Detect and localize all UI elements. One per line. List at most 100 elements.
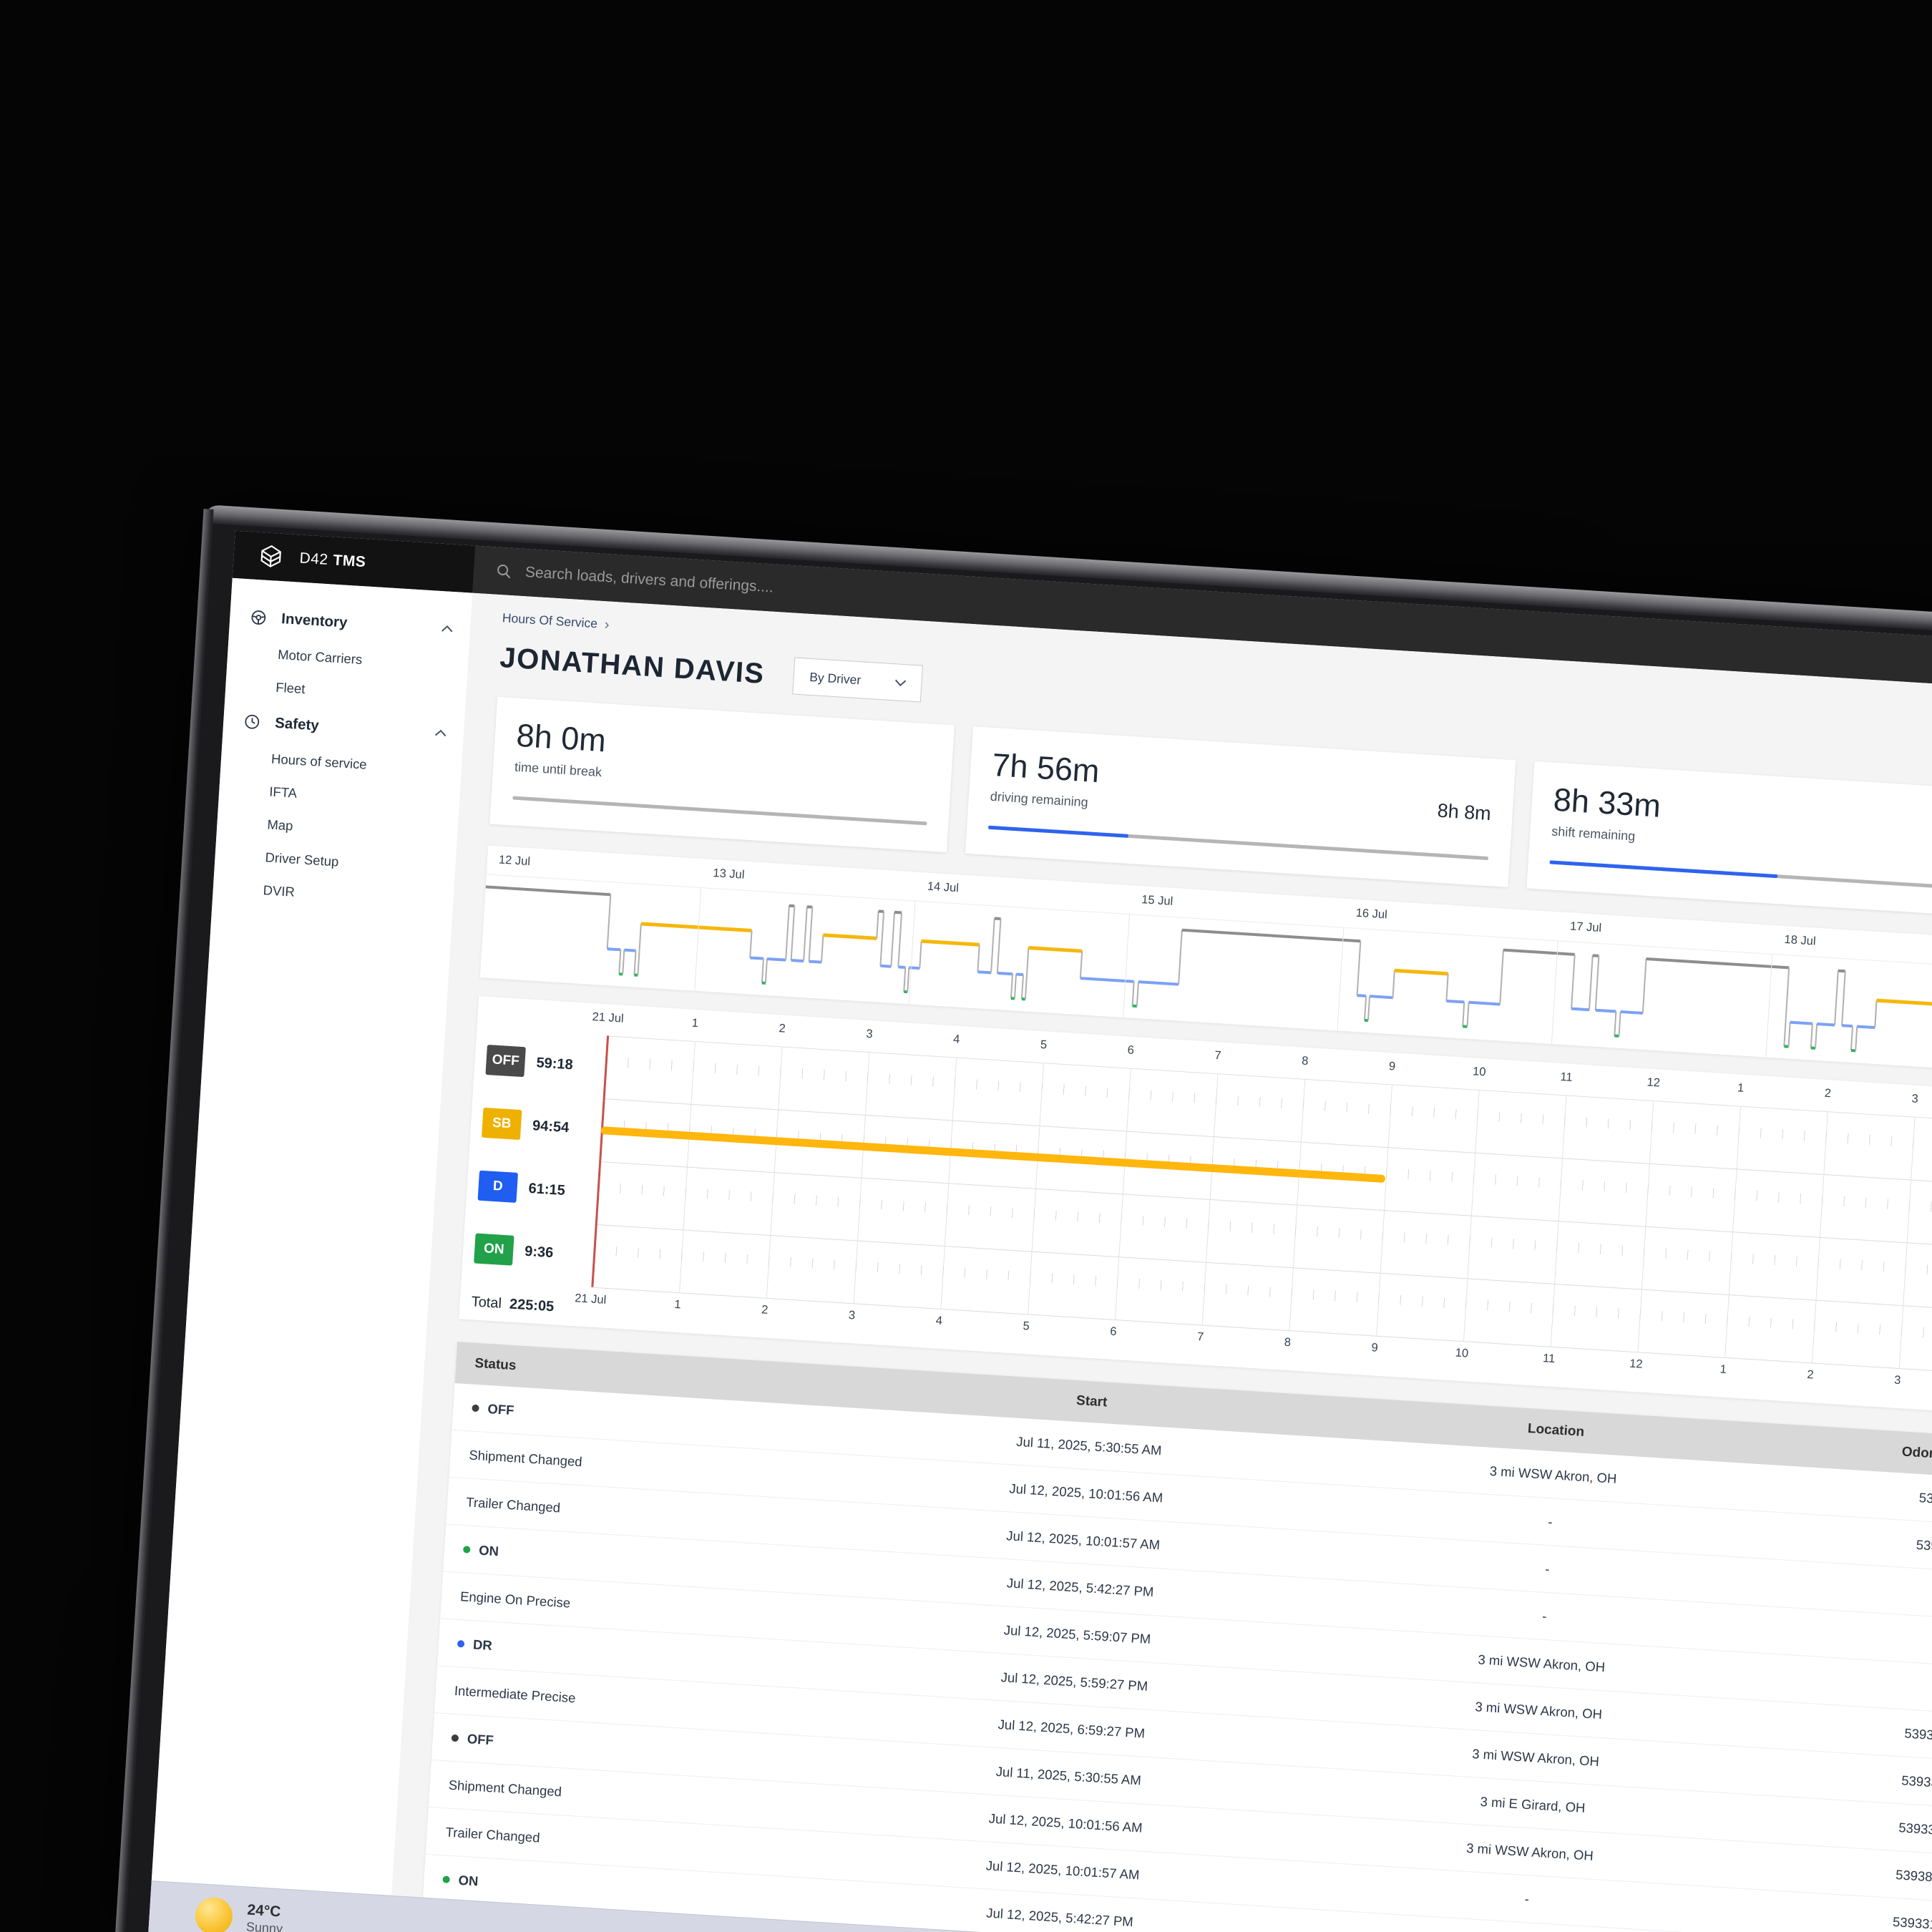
hour-label: 7 (1196, 1330, 1204, 1345)
desktop-background: D42TMS Search loads, drivers and offerin… (0, 0, 1932, 1932)
status-dot-icon (442, 1875, 450, 1883)
sidebar-section-label: Safety (275, 715, 434, 742)
cell-odometer: 539331 (1781, 1481, 1932, 1509)
progress-track (1549, 860, 1932, 889)
status-total: 9:36 (525, 1243, 554, 1261)
hour-label: 4 (953, 1033, 960, 1047)
hour-label: 6 (1110, 1325, 1117, 1340)
column-header-odometer[interactable]: Odometer (1784, 1437, 1932, 1465)
cell-status: OFF (467, 1731, 494, 1748)
hour-label: 9 (1388, 1060, 1395, 1074)
hos-events-table: Status Start Location Odometer OFFJul 11… (414, 1342, 1932, 1932)
sidebar-nav: InventoryMotor CarriersFleetSafetyHours … (212, 597, 471, 919)
hour-label: 1 (691, 1017, 698, 1031)
hour-label: 21 Jul (575, 1292, 607, 1307)
status-total: 94:54 (532, 1118, 569, 1136)
hour-label: 3 (866, 1028, 873, 1042)
cell-odometer: 539389 (1758, 1858, 1932, 1886)
hour-label: 2 (1824, 1087, 1831, 1101)
cell-odometer: 539331 (1764, 1764, 1932, 1792)
metric-card-driving: 7h 56m driving remaining 8h 8m (965, 726, 1516, 887)
status-total: 59:18 (536, 1055, 573, 1073)
cell-odometer: 539331 (1778, 1528, 1932, 1556)
day-label: 16 Jul (1355, 907, 1387, 922)
taskbar-condition: Sunny (245, 1918, 283, 1932)
cell-status: OFF (487, 1400, 514, 1418)
main-content: Hours Of Service › JONATHAN DAVIS By Dri… (388, 592, 1932, 1932)
hour-label: 9 (1371, 1341, 1378, 1355)
view-selector-label: By Driver (809, 669, 862, 687)
hour-label: 21 Jul (592, 1010, 624, 1026)
metric-card-break: 8h 0m time until break (489, 697, 955, 852)
cell-status: Intermediate Precise (454, 1682, 576, 1705)
cell-status: Trailer Changed (445, 1824, 540, 1845)
sidebar-section-label: Inventory (281, 610, 441, 638)
hour-label: 11 (1543, 1352, 1556, 1366)
cell-status: DR (472, 1636, 492, 1654)
status-badge: D (478, 1171, 518, 1203)
metric-card-shift: 8h 33m shift remaining (1526, 761, 1932, 916)
hour-label: 10 (1455, 1347, 1469, 1361)
search-icon (494, 562, 512, 580)
search-placeholder: Search loads, drivers and offerings.... (525, 564, 774, 596)
day-label: 17 Jul (1570, 919, 1602, 935)
hour-label: 2 (1807, 1368, 1814, 1382)
status-dot-icon (457, 1639, 465, 1647)
chevron-right-icon: › (605, 620, 610, 630)
cell-odometer: - (1775, 1575, 1932, 1603)
cell-status: Trailer Changed (466, 1494, 561, 1516)
hour-label: 1 (1719, 1363, 1727, 1377)
status-dot-icon (463, 1546, 471, 1553)
status-legend-row: SB94:54 (482, 1108, 570, 1143)
status-total: 61:15 (528, 1180, 565, 1199)
cell-status: ON (479, 1542, 499, 1559)
progress-fill (1549, 860, 1777, 878)
hour-label: 5 (1023, 1319, 1030, 1334)
cell-odometer: - (1770, 1669, 1932, 1697)
day-label: 15 Jul (1141, 893, 1174, 909)
brand-title: D42TMS (299, 550, 366, 571)
chevron-up-icon (439, 624, 454, 635)
daily-grid (591, 1035, 1932, 1417)
status-legend-row: OFF 59:18 (485, 1045, 574, 1080)
hour-label: 12 (1629, 1357, 1644, 1372)
cell-odometer: 539331 (1755, 1906, 1932, 1932)
daily-total: Total 225:05 (471, 1294, 555, 1315)
hour-label: 8 (1284, 1336, 1291, 1350)
laptop-screen: D42TMS Search loads, drivers and offerin… (147, 531, 1932, 1932)
day-label: 13 Jul (713, 867, 745, 882)
chevron-up-icon (433, 728, 448, 738)
hour-label: 2 (779, 1022, 786, 1036)
history-clock-icon (243, 713, 261, 731)
breadcrumb-link[interactable]: Hours Of Service (502, 610, 597, 631)
status-dot-icon (472, 1404, 479, 1412)
hour-label: 1 (674, 1298, 681, 1312)
status-badge: OFF (485, 1045, 525, 1077)
cell-odometer: 539331 (1767, 1717, 1932, 1745)
hour-label: 3 (1894, 1374, 1901, 1388)
weather-widget[interactable]: 24°C Sunny (245, 1901, 284, 1932)
cell-odometer: 539331 (1761, 1811, 1932, 1839)
cell-status: Shipment Changed (469, 1447, 582, 1470)
steering-wheel-icon (250, 608, 268, 626)
progress-track (512, 796, 927, 826)
cell-odometer: - (1772, 1622, 1932, 1650)
status-legend-row: D 61:15 (478, 1171, 567, 1206)
hour-label: 11 (1560, 1070, 1573, 1085)
progress-fill (988, 826, 1128, 838)
status-dot-icon (452, 1734, 459, 1742)
table-body: OFFJul 11, 2025, 5:30:55 AM3 mi WSW Akro… (414, 1383, 1932, 1932)
hour-label: 7 (1214, 1049, 1221, 1063)
hour-label: 12 (1646, 1075, 1661, 1090)
cell-status: Shipment Changed (448, 1777, 562, 1800)
hour-label: 10 (1473, 1065, 1487, 1079)
metric-secondary-value: 8h 8m (1437, 800, 1492, 826)
view-selector-dropdown[interactable]: By Driver (792, 657, 923, 702)
hour-label: 2 (761, 1303, 769, 1317)
hour-label: 3 (848, 1309, 855, 1323)
cell-status: Engine On Precise (460, 1589, 571, 1611)
page-title: JONATHAN DAVIS (499, 642, 766, 691)
hour-label: 4 (935, 1314, 942, 1329)
hour-label: 3 (1911, 1092, 1918, 1106)
chevron-down-icon (894, 678, 907, 687)
